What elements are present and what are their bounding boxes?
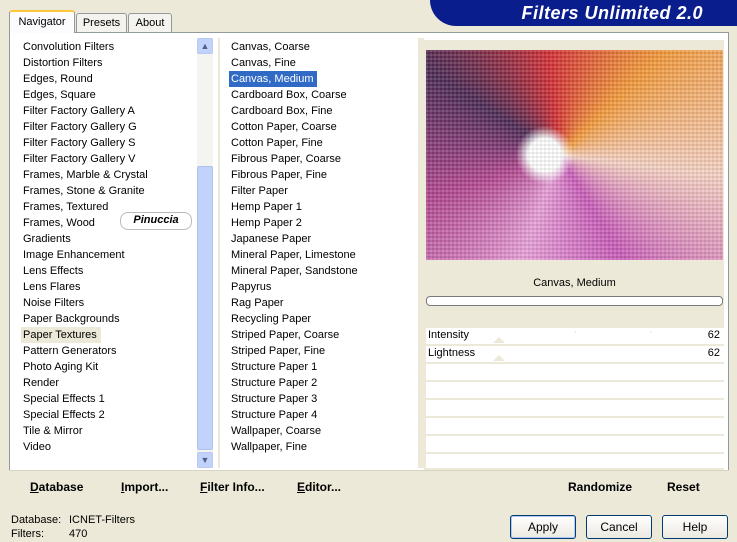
- list-item[interactable]: Cardboard Box, Coarse: [229, 87, 415, 103]
- list-item[interactable]: Structure Paper 3: [229, 391, 415, 407]
- list-item[interactable]: Frames, Stone & Granite: [21, 183, 193, 199]
- list-item[interactable]: Mineral Paper, Sandstone: [229, 263, 415, 279]
- apply-button[interactable]: Apply: [510, 515, 576, 539]
- filter-info-button[interactable]: Filter Info...: [200, 480, 265, 494]
- list-item[interactable]: Filter Factory Gallery V: [21, 151, 193, 167]
- intensity-label: Intensity: [428, 329, 469, 341]
- help-button[interactable]: Help: [662, 515, 728, 539]
- list-item[interactable]: Rag Paper: [229, 295, 415, 311]
- slider-marker[interactable]: [493, 337, 505, 343]
- intensity-value: 62: [707, 329, 720, 341]
- lightness-value: 62: [707, 347, 720, 359]
- list-item[interactable]: Papyrus: [229, 279, 415, 295]
- list-item[interactable]: Pattern Generators: [21, 343, 193, 359]
- list-item[interactable]: Edges, Round: [21, 71, 193, 87]
- list-item[interactable]: Lens Flares: [21, 279, 193, 295]
- preview-image[interactable]: [426, 50, 723, 260]
- intensity-slider[interactable]: Intensity 62: [426, 328, 724, 344]
- empty-parameter-row: [426, 364, 724, 380]
- category-list[interactable]: Convolution Filters Distortion Filters Edg…: [21, 39, 193, 455]
- list-item[interactable]: Canvas, Medium: [229, 71, 317, 87]
- list-item[interactable]: Filter Factory Gallery A: [21, 103, 193, 119]
- list-item[interactable]: Special Effects 1: [21, 391, 193, 407]
- slider-tick: [650, 331, 651, 333]
- scroll-thumb[interactable]: [197, 166, 213, 450]
- lightness-slider[interactable]: Lightness 62: [426, 346, 724, 362]
- list-item[interactable]: Filter Factory Gallery G: [21, 119, 193, 135]
- list-item[interactable]: Canvas, Fine: [229, 55, 415, 71]
- scroll-up-button[interactable]: ▲: [197, 38, 213, 54]
- progress-bar: [426, 296, 723, 306]
- empty-parameter-row: [426, 382, 724, 398]
- list-item[interactable]: Structure Paper 2: [229, 375, 415, 391]
- database-status-label: Database:: [11, 514, 62, 526]
- list-item[interactable]: Image Enhancement: [21, 247, 193, 263]
- list-item[interactable]: Convolution Filters: [21, 39, 193, 55]
- cancel-button[interactable]: Cancel: [586, 515, 652, 539]
- list-item[interactable]: Canvas, Coarse: [229, 39, 415, 55]
- list-item[interactable]: Lens Effects: [21, 263, 193, 279]
- list-item[interactable]: Cotton Paper, Coarse: [229, 119, 415, 135]
- list-item[interactable]: Photo Aging Kit: [21, 359, 193, 375]
- list-item[interactable]: Wallpaper, Fine: [229, 439, 415, 455]
- database-status-value: ICNET-Filters: [69, 514, 135, 526]
- category-scrollbar[interactable]: ▲ ▼: [197, 38, 213, 468]
- list-divider: [218, 38, 220, 468]
- list-item[interactable]: Filter Factory Gallery S: [21, 135, 193, 151]
- randomize-button[interactable]: Randomize: [568, 480, 632, 494]
- list-item[interactable]: Striped Paper, Coarse: [229, 327, 415, 343]
- filters-status-label: Filters:: [11, 528, 44, 540]
- slider-marker[interactable]: [493, 355, 505, 361]
- list-item[interactable]: Tile & Mirror: [21, 423, 193, 439]
- filter-list[interactable]: Canvas, Coarse Canvas, Fine Canvas, Medium…: [229, 39, 415, 455]
- list-item[interactable]: Distortion Filters: [21, 55, 193, 71]
- list-item[interactable]: Striped Paper, Fine: [229, 343, 415, 359]
- empty-parameter-row: [426, 418, 724, 434]
- list-item[interactable]: Special Effects 2: [21, 407, 193, 423]
- list-item[interactable]: Fibrous Paper, Fine: [229, 167, 415, 183]
- import-button[interactable]: Import...: [121, 480, 168, 494]
- tab-navigator[interactable]: Navigator: [9, 10, 75, 33]
- list-item[interactable]: Paper Backgrounds: [21, 311, 193, 327]
- app-title-banner: Filters Unlimited 2.0: [430, 0, 737, 26]
- empty-parameter-row: [426, 436, 724, 452]
- slider-tick: [575, 331, 576, 333]
- list-item[interactable]: Filter Paper: [229, 183, 415, 199]
- list-item[interactable]: Hemp Paper 2: [229, 215, 415, 231]
- list-item[interactable]: Mineral Paper, Limestone: [229, 247, 415, 263]
- list-item[interactable]: Video: [21, 439, 193, 455]
- list-item[interactable]: Gradients: [21, 231, 193, 247]
- list-item[interactable]: Edges, Square: [21, 87, 193, 103]
- list-item[interactable]: Structure Paper 1: [229, 359, 415, 375]
- tab-about[interactable]: About: [128, 13, 172, 32]
- database-button[interactable]: Database: [30, 480, 83, 494]
- list-item[interactable]: Render: [21, 375, 193, 391]
- pinuccia-watermark-logo: Pinuccia: [120, 212, 192, 230]
- list-item[interactable]: Recycling Paper: [229, 311, 415, 327]
- lightness-label: Lightness: [428, 347, 476, 359]
- reset-button[interactable]: Reset: [667, 480, 700, 494]
- empty-parameter-row: [426, 400, 724, 416]
- list-item[interactable]: Frames, Marble & Crystal: [21, 167, 193, 183]
- list-item[interactable]: Hemp Paper 1: [229, 199, 415, 215]
- list-item[interactable]: Paper Textures: [21, 327, 101, 343]
- filters-status-value: 470: [69, 528, 88, 540]
- list-item[interactable]: Noise Filters: [21, 295, 193, 311]
- list-item[interactable]: Cardboard Box, Fine: [229, 103, 415, 119]
- list-item[interactable]: Cotton Paper, Fine: [229, 135, 415, 151]
- editor-button[interactable]: Editor...: [297, 480, 341, 494]
- scroll-down-button[interactable]: ▼: [197, 452, 213, 468]
- app-title: Filters Unlimited 2.0: [521, 3, 703, 23]
- chevron-up-icon: ▲: [200, 41, 210, 51]
- tab-presets[interactable]: Presets: [76, 13, 127, 32]
- list-item[interactable]: Fibrous Paper, Coarse: [229, 151, 415, 167]
- preview-filter-name: Canvas, Medium: [533, 277, 616, 289]
- list-item[interactable]: Structure Paper 4: [229, 407, 415, 423]
- list-item[interactable]: Japanese Paper: [229, 231, 415, 247]
- empty-parameter-row: [426, 454, 724, 468]
- list-item[interactable]: Wallpaper, Coarse: [229, 423, 415, 439]
- chevron-down-icon: ▼: [200, 455, 210, 465]
